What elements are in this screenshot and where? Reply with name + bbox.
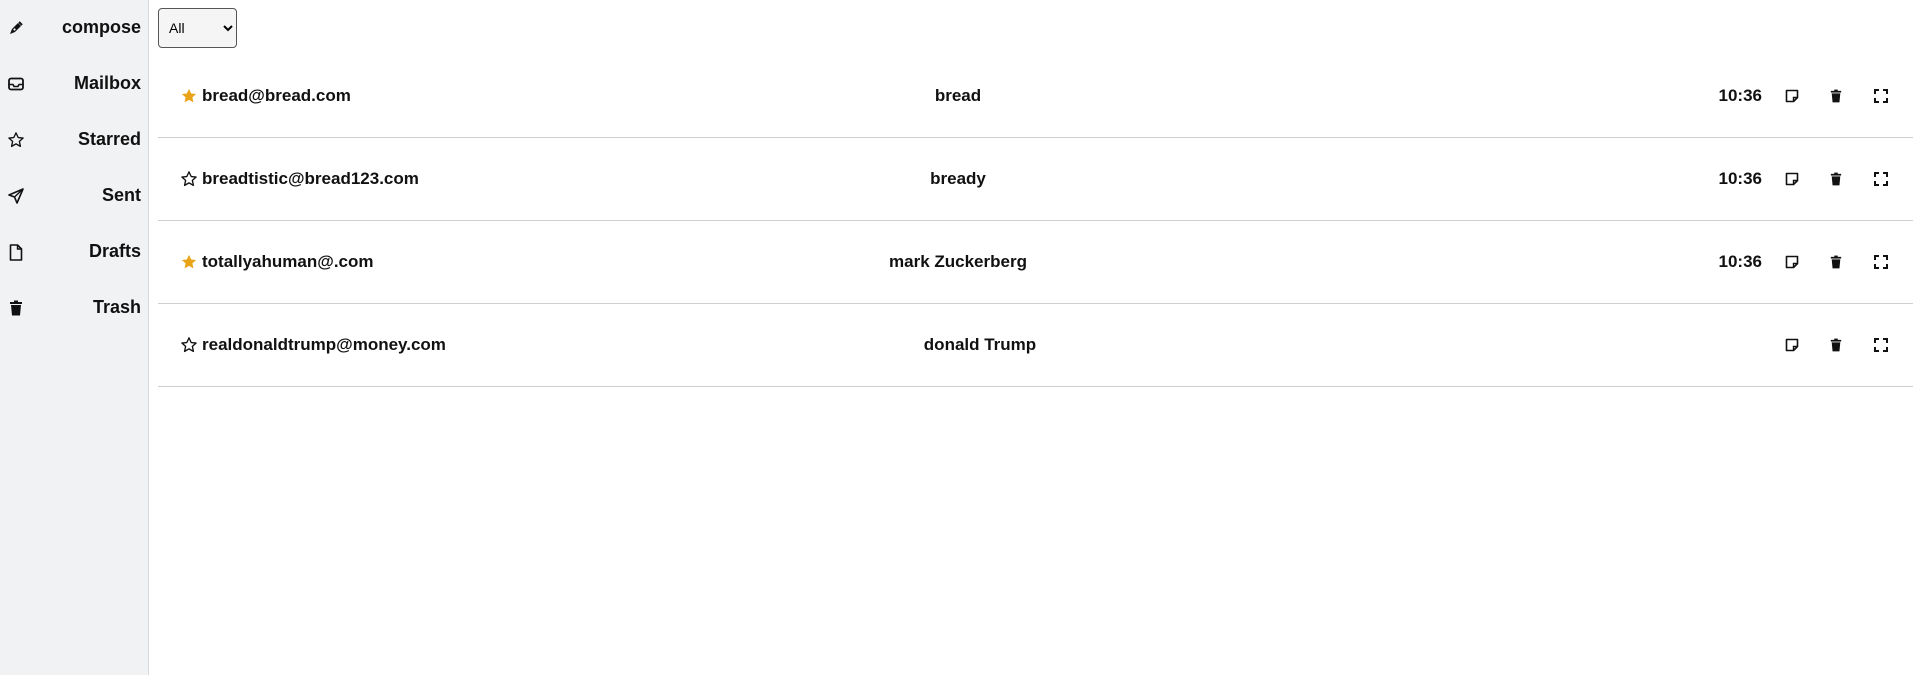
sidebar-item-label: compose	[61, 17, 141, 37]
expand-icon[interactable]	[1871, 169, 1891, 189]
email-row[interactable]: totallyahuman@.com mark Zuckerberg 10:36	[158, 221, 1913, 304]
sidebar-item-label: Sent	[101, 185, 141, 205]
note-icon[interactable]	[1782, 169, 1802, 189]
sidebar-item-trash[interactable]: Trash	[0, 288, 149, 328]
expand-icon[interactable]	[1871, 252, 1891, 272]
pen-icon	[6, 18, 26, 38]
star-outline-icon	[6, 130, 26, 150]
trash-icon[interactable]	[1826, 169, 1846, 189]
sidebar-item-label: Mailbox	[73, 73, 141, 93]
trash-icon[interactable]	[1826, 252, 1846, 272]
sidebar-item-drafts[interactable]: Drafts	[0, 232, 149, 272]
send-icon	[6, 186, 26, 206]
email-time: 10:36	[1718, 86, 1762, 105]
sidebar-item-starred[interactable]: Starred	[0, 120, 149, 160]
inbox-icon	[6, 74, 26, 94]
sidebar-item-label: Drafts	[88, 241, 141, 261]
email-list: bread@bread.com bread 10:36 breadtistic@…	[158, 55, 1913, 387]
expand-icon[interactable]	[1871, 86, 1891, 106]
email-subject: bready	[930, 169, 986, 188]
email-time: 10:36	[1718, 169, 1762, 188]
note-icon[interactable]	[1782, 86, 1802, 106]
email-subject: mark Zuckerberg	[889, 252, 1027, 271]
sidebar-item-label: Starred	[77, 129, 141, 149]
sidebar-item-compose[interactable]: compose	[0, 8, 149, 48]
email-row[interactable]: breadtistic@bread123.com bready 10:36	[158, 138, 1913, 221]
trash-icon[interactable]	[1826, 86, 1846, 106]
sidebar-item-sent[interactable]: Sent	[0, 176, 149, 216]
trash-icon	[6, 298, 26, 318]
sidebar-item-label: Trash	[92, 297, 141, 317]
file-icon	[6, 242, 26, 262]
mailbox-filter-select[interactable]: All	[158, 8, 237, 48]
expand-icon[interactable]	[1871, 335, 1891, 355]
sidebar-item-mailbox[interactable]: Mailbox	[0, 64, 149, 104]
email-row[interactable]: realdonaldtrump@money.com donald Trump	[158, 304, 1913, 387]
email-subject: donald Trump	[923, 335, 1037, 354]
email-row[interactable]: bread@bread.com bread 10:36	[158, 55, 1913, 138]
email-subject: bread	[934, 86, 982, 105]
sidebar: compose Mailbox Starred Sent Drafts Tras…	[0, 0, 149, 675]
note-icon[interactable]	[1782, 335, 1802, 355]
email-time: 10:36	[1718, 252, 1762, 271]
note-icon[interactable]	[1782, 252, 1802, 272]
trash-icon[interactable]	[1826, 335, 1846, 355]
